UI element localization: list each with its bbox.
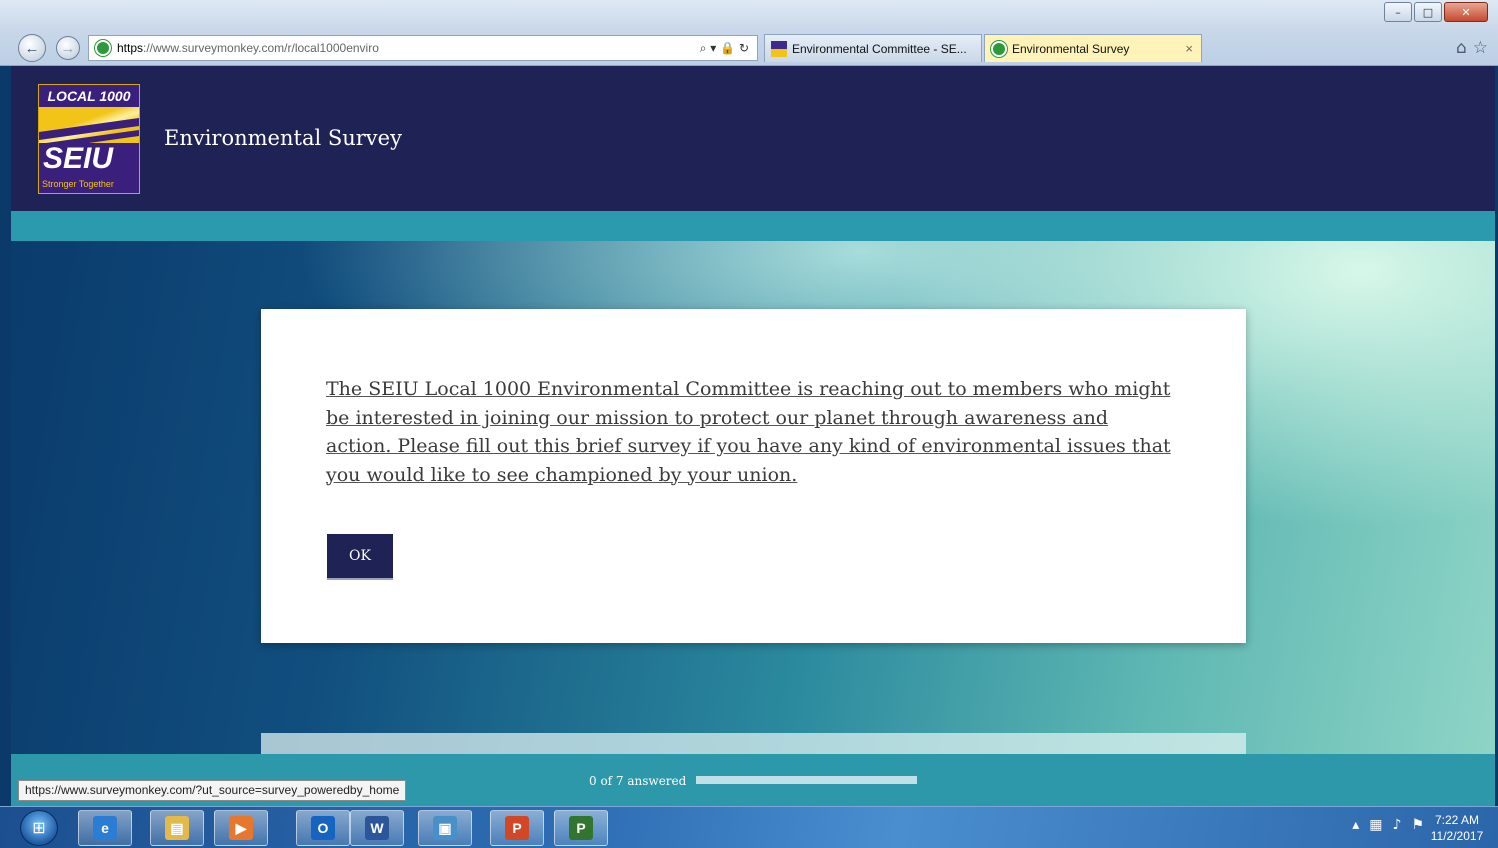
window-controls: – □ ✕ xyxy=(1382,2,1488,22)
taskbar-app-button[interactable]: W xyxy=(350,810,404,846)
address-bar[interactable]: https://www.surveymonkey.com/r/local1000… xyxy=(88,35,758,61)
browser-toolbar-right: ⌂☆ xyxy=(1456,38,1494,58)
logo-seiu-text: SEIU xyxy=(39,143,139,175)
tab-label: Environmental Survey xyxy=(1012,41,1130,56)
lock-icon[interactable]: 🔒 xyxy=(720,41,735,55)
windows-taskbar: ⊞ e ▤ ▶ O W ▣ P P ▴▦♪⚑ 7:22 AM 11/2/2017 xyxy=(0,806,1498,848)
progress-bar xyxy=(696,776,917,784)
arrow-left-icon: ← xyxy=(24,39,40,57)
site-favicon-icon xyxy=(95,40,111,56)
photo-viewer-icon: ▣ xyxy=(433,816,457,840)
clock-date: 11/2/2017 xyxy=(1430,829,1484,843)
word-icon: W xyxy=(365,816,389,840)
intro-text: The SEIU Local 1000 Environmental Commit… xyxy=(326,378,1171,486)
dropdown-icon[interactable]: ▾ xyxy=(710,41,716,55)
surveymonkey-favicon-icon xyxy=(991,40,1007,57)
taskbar-app-button[interactable]: ▤ xyxy=(150,810,204,846)
minimize-button[interactable]: – xyxy=(1384,2,1412,22)
maximize-button[interactable]: □ xyxy=(1414,2,1442,22)
taskbar-app-button[interactable]: O xyxy=(296,810,350,846)
intro-card: The SEIU Local 1000 Environmental Commit… xyxy=(261,309,1246,643)
seiu-logo: LOCAL 1000 SEIU Stronger Together xyxy=(38,84,140,194)
powerpoint-icon: P xyxy=(505,816,529,840)
back-button[interactable]: ← xyxy=(18,34,46,62)
survey-title: Environmental Survey xyxy=(164,126,402,150)
internet-explorer-icon: e xyxy=(93,816,117,840)
volume-icon[interactable]: ♪ xyxy=(1393,817,1412,833)
ok-button[interactable]: OK xyxy=(327,534,393,578)
windows-logo-icon: ⊞ xyxy=(32,820,46,837)
search-icon[interactable]: ⌕ xyxy=(700,41,707,55)
arrow-right-icon: → xyxy=(60,39,76,57)
clock-time: 7:22 AM xyxy=(1434,813,1480,827)
taskbar-app-button[interactable]: P xyxy=(554,810,608,846)
close-window-button[interactable]: ✕ xyxy=(1444,2,1488,22)
start-button[interactable]: ⊞ xyxy=(20,810,58,846)
logo-local-text: LOCAL 1000 xyxy=(39,85,139,107)
taskbar-app-button[interactable]: ▣ xyxy=(418,810,472,846)
refresh-icon[interactable]: ↻ xyxy=(739,41,749,55)
next-question-card xyxy=(261,733,1246,754)
seiu-favicon-icon xyxy=(771,40,787,57)
tab-label: Environmental Committee - SE... xyxy=(792,41,967,56)
tab-environmental-committee[interactable]: Environmental Committee - SE... xyxy=(764,34,982,62)
status-bar-url: https://www.surveymonkey.com/?ut_source=… xyxy=(18,780,407,801)
project-icon: P xyxy=(569,816,593,840)
progress-text: 0 of 7 answered xyxy=(589,774,687,788)
logo-tagline: Stronger Together xyxy=(39,175,139,193)
system-tray: ▴▦♪⚑ xyxy=(1352,817,1434,833)
taskbar-app-button[interactable]: P xyxy=(490,810,544,846)
browser-title-bar: – □ ✕ ← → https://www.surveymonkey.com/r… xyxy=(0,0,1498,66)
file-explorer-icon: ▤ xyxy=(165,816,189,840)
taskbar-clock[interactable]: 7:22 AM 11/2/2017 xyxy=(1426,812,1488,844)
taskbar-app-button[interactable]: e xyxy=(78,810,132,846)
survey-header: LOCAL 1000 SEIU Stronger Together Enviro… xyxy=(11,66,1495,211)
close-tab-icon[interactable]: × xyxy=(1185,41,1193,56)
favorites-star-icon[interactable]: ☆ xyxy=(1473,38,1494,58)
address-url: https://www.surveymonkey.com/r/local1000… xyxy=(117,41,379,55)
network-icon[interactable]: ▦ xyxy=(1369,817,1392,833)
home-icon[interactable]: ⌂ xyxy=(1456,38,1473,58)
media-player-icon: ▶ xyxy=(229,816,253,840)
address-tools: ⌕ ▾ 🔒 ↻ xyxy=(700,41,749,56)
tab-environmental-survey[interactable]: Environmental Survey × xyxy=(984,34,1202,62)
header-accent-band xyxy=(11,211,1495,241)
show-hidden-icons-icon[interactable]: ▴ xyxy=(1352,817,1369,833)
outlook-icon: O xyxy=(311,816,335,840)
forward-button[interactable]: → xyxy=(56,36,80,60)
taskbar-app-button[interactable]: ▶ xyxy=(214,810,268,846)
